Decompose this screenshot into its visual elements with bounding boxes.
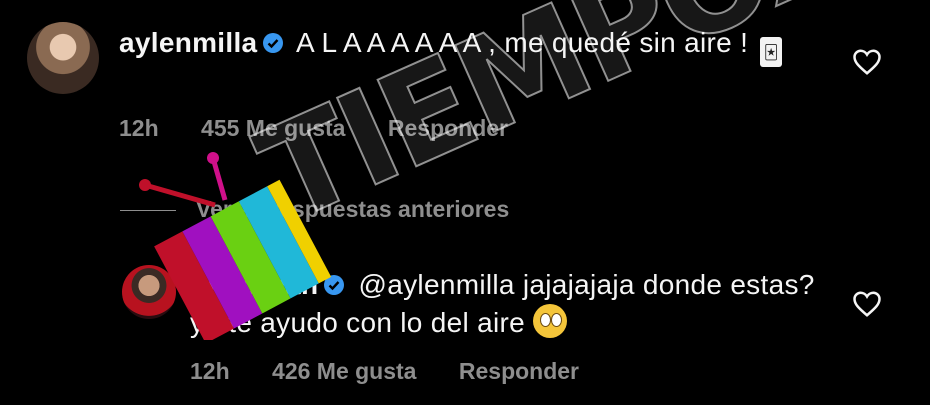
username[interactable]: gmaripan — [190, 269, 318, 300]
verified-badge-icon — [263, 33, 284, 53]
comment-body: A L A A A A A A , me quedé sin aire ! — [295, 27, 749, 58]
timestamp: 12h — [119, 115, 159, 141]
view-previous-replies-label[interactable]: Ver 25 respuestas anteriores — [196, 196, 509, 222]
rolling-eyes-emoji — [532, 304, 567, 338]
view-previous-replies[interactable]: Ver 25 respuestas anteriores — [120, 196, 509, 223]
comment-text: aylenmilla A L A A A A A A , me quedé si… — [119, 24, 819, 67]
timestamp: 12h — [190, 358, 230, 384]
likes-count[interactable]: 455 Me gusta — [201, 115, 345, 141]
comment-meta: 12h 426 Me gusta Responder — [190, 358, 615, 385]
heart-icon[interactable] — [852, 48, 882, 76]
comment-text: gmaripan @aylenmilla jajajajaja donde es… — [190, 266, 830, 342]
reply-button[interactable]: Responder — [388, 115, 508, 141]
verified-badge-icon — [324, 275, 345, 295]
joker-card-emoji: 🃏 — [760, 37, 783, 67]
avatar[interactable] — [122, 265, 176, 319]
username[interactable]: aylenmilla — [119, 27, 257, 58]
reply-button[interactable]: Responder — [459, 358, 579, 384]
heart-icon[interactable] — [852, 290, 882, 318]
likes-count[interactable]: 426 Me gusta — [272, 358, 416, 384]
divider-line — [120, 210, 176, 211]
comment-meta: 12h 455 Me gusta Responder — [119, 115, 544, 142]
avatar[interactable] — [27, 22, 99, 94]
